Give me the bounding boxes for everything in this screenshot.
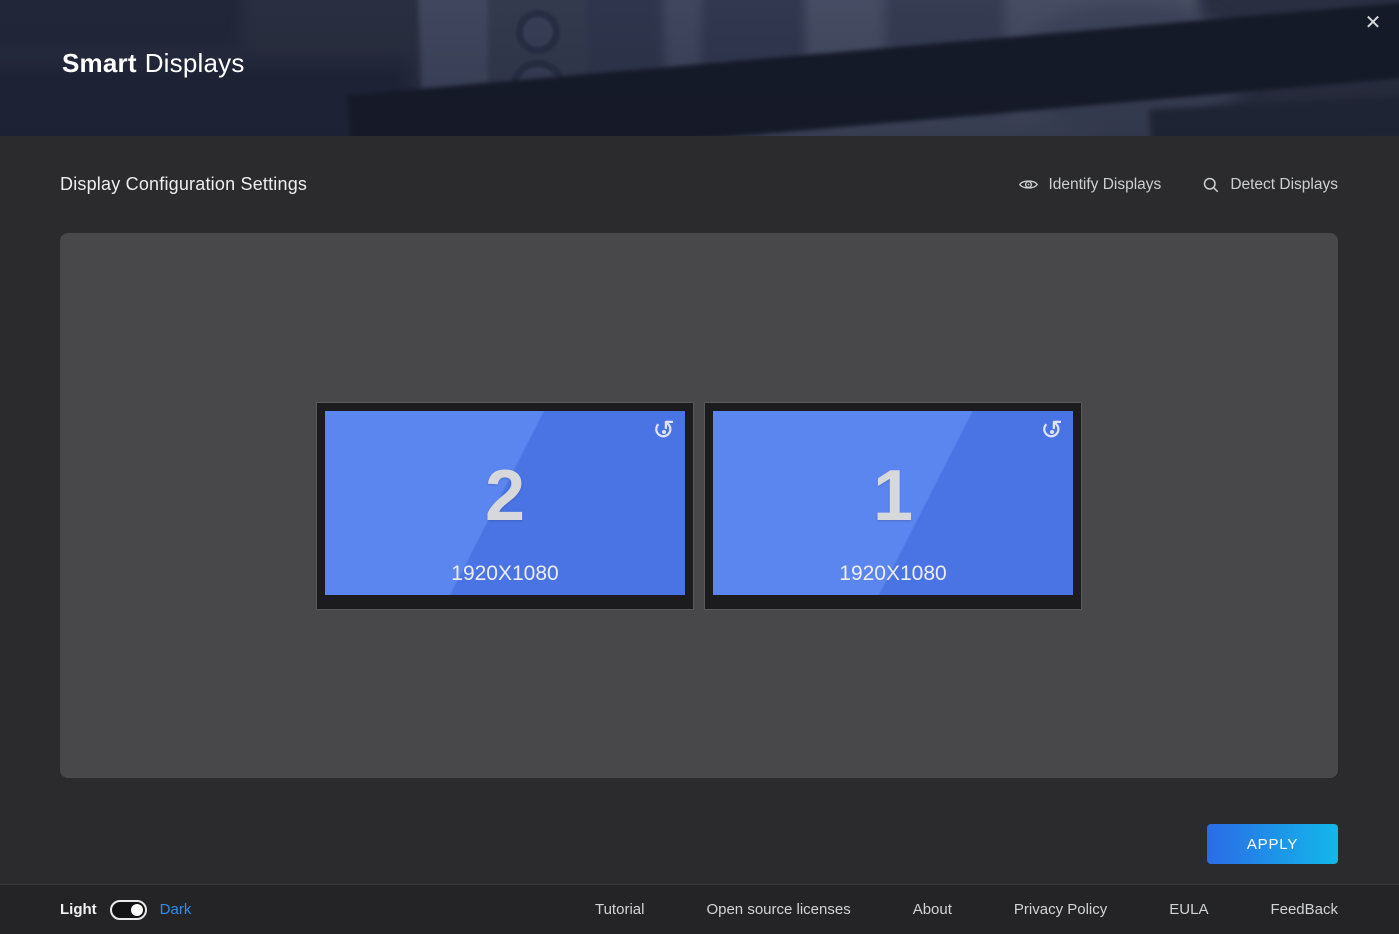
- app-footer: Light Dark Tutorial Open source licenses…: [0, 884, 1399, 934]
- page-title: Display Configuration Settings: [60, 174, 308, 194]
- display-2[interactable]: ↺ 2 1920X1080: [316, 401, 694, 610]
- footer-link-open-source-licenses[interactable]: Open source licenses: [706, 901, 850, 918]
- theme-switch: Light Dark: [60, 899, 192, 920]
- identify-displays-label: Identify Displays: [1048, 175, 1162, 193]
- display-number: 2: [484, 455, 526, 536]
- smart-displays-window: Smart Displays ✕ Display Configuration Se…: [0, 0, 1399, 934]
- footer-link-feedback[interactable]: FeedBack: [1270, 901, 1338, 918]
- main-content: Display Configuration Settings Identify …: [0, 136, 1399, 884]
- app-title: Smart Displays: [62, 48, 245, 79]
- footer-links: Tutorial Open source licenses About Priv…: [595, 901, 1338, 918]
- theme-toggle[interactable]: [109, 899, 147, 920]
- footer-link-privacy-policy[interactable]: Privacy Policy: [1014, 901, 1107, 918]
- footer-link-about[interactable]: About: [913, 901, 952, 918]
- detect-displays-button[interactable]: Detect Displays: [1201, 174, 1338, 195]
- display-1[interactable]: ↺ 1 1920X1080: [704, 401, 1082, 610]
- rotate-icon[interactable]: ↺: [1040, 417, 1063, 444]
- app-title-regular: Displays: [144, 48, 245, 78]
- display-2-screen: ↺ 2 1920X1080: [325, 410, 685, 595]
- detect-displays-label: Detect Displays: [1230, 175, 1338, 193]
- header-actions: Identify Displays Detect Displays: [1018, 174, 1338, 195]
- display-arrangement-panel: ↺ 2 1920X1080 ↺ 1 1920X1080: [60, 233, 1338, 778]
- theme-light-label: Light: [60, 901, 97, 918]
- page-head: Display Configuration Settings Identify …: [60, 174, 1338, 195]
- display-resolution: 1920X1080: [451, 561, 559, 585]
- theme-toggle-knob: [130, 903, 143, 916]
- theme-dark-label: Dark: [159, 901, 192, 918]
- footer-link-eula[interactable]: EULA: [1169, 901, 1208, 918]
- eye-icon: [1018, 174, 1039, 195]
- app-header: Smart Displays ✕: [0, 0, 1399, 136]
- app-title-bold: Smart: [62, 48, 137, 78]
- display-number: 1: [872, 455, 914, 536]
- display-resolution: 1920X1080: [839, 561, 947, 585]
- apply-button[interactable]: APPLY: [1207, 824, 1338, 864]
- magnifier-icon: [1201, 175, 1221, 195]
- display-1-screen: ↺ 1 1920X1080: [713, 410, 1073, 595]
- identify-displays-button[interactable]: Identify Displays: [1018, 174, 1161, 195]
- footer-link-tutorial[interactable]: Tutorial: [595, 901, 644, 918]
- close-button[interactable]: ✕: [1357, 6, 1389, 38]
- rotate-icon[interactable]: ↺: [652, 417, 675, 444]
